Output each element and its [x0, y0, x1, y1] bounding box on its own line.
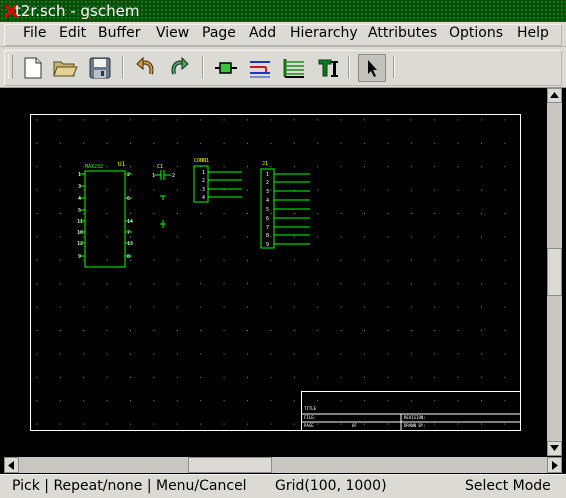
- scroll-up-button[interactable]: [547, 88, 562, 103]
- revision-label: REVISION:: [404, 415, 426, 420]
- toolbar-separator: [393, 56, 395, 78]
- menu-help[interactable]: Help: [517, 24, 549, 42]
- mode-status: Select Mode: [465, 478, 551, 494]
- conn1-pin-number: 1: [202, 170, 205, 176]
- save-icon: [89, 57, 111, 79]
- add-component-icon: [215, 62, 237, 74]
- u1-pin-number: 8: [127, 254, 130, 260]
- j1-pin-number: 2: [266, 180, 269, 186]
- title-label: TITLE: [304, 406, 317, 411]
- file-label: FILE:: [304, 415, 316, 420]
- add-bus-icon: [283, 59, 304, 78]
- menu-hierarchy[interactable]: Hierarchy: [290, 24, 358, 42]
- u1-pin-number: 3: [78, 184, 81, 190]
- conn1-refdes: CONN1: [194, 158, 209, 164]
- of-label: OF: [352, 423, 357, 428]
- title-bar[interactable]: t2r.sch - gschem: [0, 0, 566, 22]
- u1-pin-number: 7: [127, 230, 130, 236]
- add-bus-button[interactable]: [280, 54, 308, 82]
- menu-attributes[interactable]: Attributes: [368, 24, 437, 42]
- arrow-right-icon: [552, 460, 558, 470]
- window-title: t2r.sch - gschem: [15, 2, 140, 20]
- u1-pin-number: 14: [127, 219, 133, 225]
- j1-pin-number: 8: [266, 233, 269, 239]
- u1-pin-number: 1: [78, 172, 81, 178]
- save-button[interactable]: [86, 54, 114, 82]
- scroll-left-button[interactable]: [4, 457, 19, 473]
- menu-buffer[interactable]: Buffer: [98, 24, 141, 42]
- add-text-icon: [318, 59, 338, 77]
- j1-pin-number: 4: [266, 198, 269, 204]
- menu-view[interactable]: View: [156, 24, 189, 42]
- conn1-pin-number: 2: [202, 178, 205, 184]
- status-bar: Pick | Repeat/none | Menu/Cancel Grid(10…: [0, 474, 566, 498]
- u1-pin-number: 5: [78, 208, 81, 214]
- grid-dots: [30, 115, 520, 431]
- toolbar-separator: [348, 56, 350, 78]
- j1-pin-number: 5: [266, 207, 269, 213]
- schematic-drawing: MAX232 U1 1 3 4 5 11 10 12 9 2 6 14 7 13…: [30, 114, 521, 431]
- arrow-left-icon: [8, 460, 14, 470]
- j1-pin-number: 7: [266, 225, 269, 231]
- vertical-scrollbar[interactable]: [547, 88, 562, 456]
- select-pointer-icon: [368, 60, 377, 77]
- new-file-button[interactable]: [19, 54, 47, 82]
- redo-icon: [171, 56, 189, 75]
- c1-refdes: C1: [157, 164, 163, 170]
- j1-pin-number: 6: [266, 216, 269, 222]
- menu-page[interactable]: Page: [202, 24, 236, 42]
- c1-pin-number: 2: [172, 173, 175, 179]
- toolbar-grip[interactable]: [8, 55, 13, 79]
- scroll-down-button[interactable]: [547, 441, 562, 456]
- add-net-icon: [250, 61, 270, 78]
- j1-refdes: J1: [262, 161, 268, 167]
- undo-icon: [136, 56, 154, 75]
- conn1-pin-number: 4: [202, 195, 205, 201]
- c1-pin-number: 1: [152, 173, 155, 179]
- arrow-down-icon: [550, 445, 559, 451]
- vertical-scroll-thumb[interactable]: [547, 248, 562, 296]
- grid-status: Grid(100, 1000): [275, 478, 387, 494]
- j1-pin-number: 3: [266, 189, 269, 195]
- u1-pin-number: 11: [77, 219, 83, 225]
- page-label: PAGE: [304, 423, 314, 428]
- u1-pin-number: 4: [78, 196, 81, 202]
- j1-pin-number: 9: [266, 242, 269, 248]
- u1-pin-number: 10: [77, 230, 83, 236]
- u1-pin-number: 2: [127, 172, 130, 178]
- mouse-button-hint: Pick | Repeat/none | Menu/Cancel: [12, 478, 247, 494]
- toolbar-separator: [202, 56, 204, 78]
- drawn-by-label: DRAWN BY:: [404, 423, 426, 428]
- u1-pin-number: 13: [127, 241, 133, 247]
- menu-file[interactable]: File: [23, 24, 46, 42]
- schematic-canvas[interactable]: MAX232 U1 1 3 4 5 11 10 12 9 2 6 14 7 13…: [4, 88, 547, 456]
- select-button[interactable]: [358, 54, 386, 82]
- u1-refdes: U1: [118, 161, 126, 168]
- menu-options[interactable]: Options: [449, 24, 503, 42]
- menu-edit[interactable]: Edit: [59, 24, 86, 42]
- scroll-right-button[interactable]: [547, 457, 562, 473]
- undo-button[interactable]: [131, 54, 159, 82]
- horizontal-scrollbar[interactable]: [4, 457, 562, 473]
- add-component-button[interactable]: [212, 54, 240, 82]
- u1-pin-number: 6: [127, 196, 130, 202]
- horizontal-scroll-thumb[interactable]: [188, 457, 272, 473]
- u1-pin-number: 9: [78, 254, 81, 260]
- redo-button[interactable]: [166, 54, 194, 82]
- u1-pin-number: 12: [77, 241, 83, 247]
- j1-pin-number: 1: [266, 172, 269, 178]
- new-file-icon: [24, 57, 42, 79]
- add-text-button[interactable]: [314, 54, 342, 82]
- menu-add[interactable]: Add: [249, 24, 276, 42]
- open-button[interactable]: [51, 54, 79, 82]
- toolbar-separator: [122, 56, 124, 78]
- arrow-up-icon: [550, 92, 559, 98]
- open-folder-icon: [53, 61, 78, 77]
- conn1-pin-number: 3: [202, 187, 205, 193]
- u1-value-label: MAX232: [85, 164, 103, 170]
- add-net-button[interactable]: [246, 54, 274, 82]
